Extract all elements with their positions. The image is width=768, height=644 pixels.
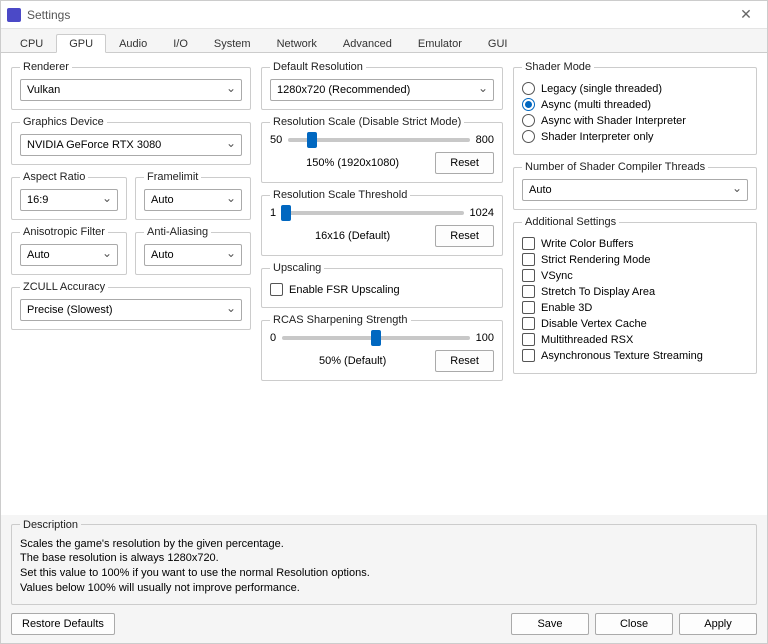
- fsr-upscaling-checkbox[interactable]: Enable FSR Upscaling: [270, 283, 494, 296]
- resolution-scale-reset-button[interactable]: Reset: [435, 152, 494, 174]
- tab-system[interactable]: System: [201, 34, 264, 53]
- framelimit-group: Framelimit Auto: [135, 171, 251, 220]
- aspect-ratio-select[interactable]: 16:9: [20, 189, 118, 211]
- upscaling-group: Upscaling Enable FSR Upscaling: [261, 262, 503, 308]
- additional-setting-checkbox[interactable]: Disable Vertex Cache: [522, 317, 748, 330]
- content: Renderer Vulkan Graphics Device NVIDIA G…: [1, 53, 767, 515]
- titlebar: Settings ✕: [1, 1, 767, 29]
- aa-group: Anti-Aliasing Auto: [135, 226, 251, 275]
- additional-setting-checkbox[interactable]: Write Color Buffers: [522, 237, 748, 250]
- zcull-group: ZCULL Accuracy Precise (Slowest): [11, 281, 251, 330]
- renderer-group: Renderer Vulkan: [11, 61, 251, 110]
- shader-mode-radio[interactable]: Async with Shader Interpreter: [522, 114, 748, 127]
- shader-threads-select[interactable]: Auto: [522, 179, 748, 201]
- tab-emulator[interactable]: Emulator: [405, 34, 475, 53]
- additional-setting-checkbox[interactable]: Stretch To Display Area: [522, 285, 748, 298]
- tab-advanced[interactable]: Advanced: [330, 34, 405, 53]
- settings-window: Settings ✕ CPUGPUAudioI/OSystemNetworkAd…: [0, 0, 768, 644]
- rcas-slider[interactable]: [282, 336, 470, 340]
- window-title: Settings: [27, 8, 70, 22]
- graphics-device-select[interactable]: NVIDIA GeForce RTX 3080: [20, 134, 242, 156]
- shader-mode-radio[interactable]: Shader Interpreter only: [522, 130, 748, 143]
- shader-mode-radio[interactable]: Legacy (single threaded): [522, 82, 748, 95]
- description-text: Scales the game's resolution by the give…: [20, 537, 748, 596]
- aa-select[interactable]: Auto: [144, 244, 242, 266]
- rcas-reset-button[interactable]: Reset: [435, 350, 494, 372]
- additional-setting-checkbox[interactable]: Asynchronous Texture Streaming: [522, 349, 748, 362]
- aniso-group: Anisotropic Filter Auto: [11, 226, 127, 275]
- rcas-group: RCAS Sharpening Strength 0 100 50% (Defa…: [261, 314, 503, 381]
- additional-settings-group: Additional Settings Write Color BuffersS…: [513, 216, 757, 374]
- aspect-ratio-group: Aspect Ratio 16:9: [11, 171, 127, 220]
- tab-network[interactable]: Network: [264, 34, 330, 53]
- apply-button[interactable]: Apply: [679, 613, 757, 635]
- graphics-device-group: Graphics Device NVIDIA GeForce RTX 3080: [11, 116, 251, 165]
- tab-i/o[interactable]: I/O: [160, 34, 201, 53]
- tab-gui[interactable]: GUI: [475, 34, 521, 53]
- resolution-scale-slider[interactable]: [288, 138, 469, 142]
- tab-gpu[interactable]: GPU: [56, 34, 106, 53]
- resolution-threshold-group: Resolution Scale Threshold 1 1024 16x16 …: [261, 189, 503, 256]
- shader-threads-group: Number of Shader Compiler Threads Auto: [513, 161, 757, 210]
- close-icon[interactable]: ✕: [731, 6, 761, 23]
- additional-setting-checkbox[interactable]: Strict Rendering Mode: [522, 253, 748, 266]
- app-icon: [7, 8, 21, 22]
- close-button[interactable]: Close: [595, 613, 673, 635]
- additional-setting-checkbox[interactable]: Enable 3D: [522, 301, 748, 314]
- tab-audio[interactable]: Audio: [106, 34, 160, 53]
- default-resolution-select[interactable]: 1280x720 (Recommended): [270, 79, 494, 101]
- framelimit-select[interactable]: Auto: [144, 189, 242, 211]
- aniso-select[interactable]: Auto: [20, 244, 118, 266]
- zcull-select[interactable]: Precise (Slowest): [20, 299, 242, 321]
- resolution-threshold-slider[interactable]: [282, 211, 463, 215]
- bottom-bar: Restore Defaults Save Close Apply: [1, 605, 767, 643]
- renderer-select[interactable]: Vulkan: [20, 79, 242, 101]
- description-area: Description Scales the game's resolution…: [11, 519, 757, 605]
- additional-setting-checkbox[interactable]: VSync: [522, 269, 748, 282]
- restore-defaults-button[interactable]: Restore Defaults: [11, 613, 115, 635]
- additional-setting-checkbox[interactable]: Multithreaded RSX: [522, 333, 748, 346]
- save-button[interactable]: Save: [511, 613, 589, 635]
- tab-cpu[interactable]: CPU: [7, 34, 56, 53]
- tabs: CPUGPUAudioI/OSystemNetworkAdvancedEmula…: [1, 29, 767, 53]
- default-resolution-group: Default Resolution 1280x720 (Recommended…: [261, 61, 503, 110]
- shader-mode-group: Shader Mode Legacy (single threaded)Asyn…: [513, 61, 757, 155]
- resolution-scale-group: Resolution Scale (Disable Strict Mode) 5…: [261, 116, 503, 183]
- shader-mode-radio[interactable]: Async (multi threaded): [522, 98, 748, 111]
- resolution-threshold-reset-button[interactable]: Reset: [435, 225, 494, 247]
